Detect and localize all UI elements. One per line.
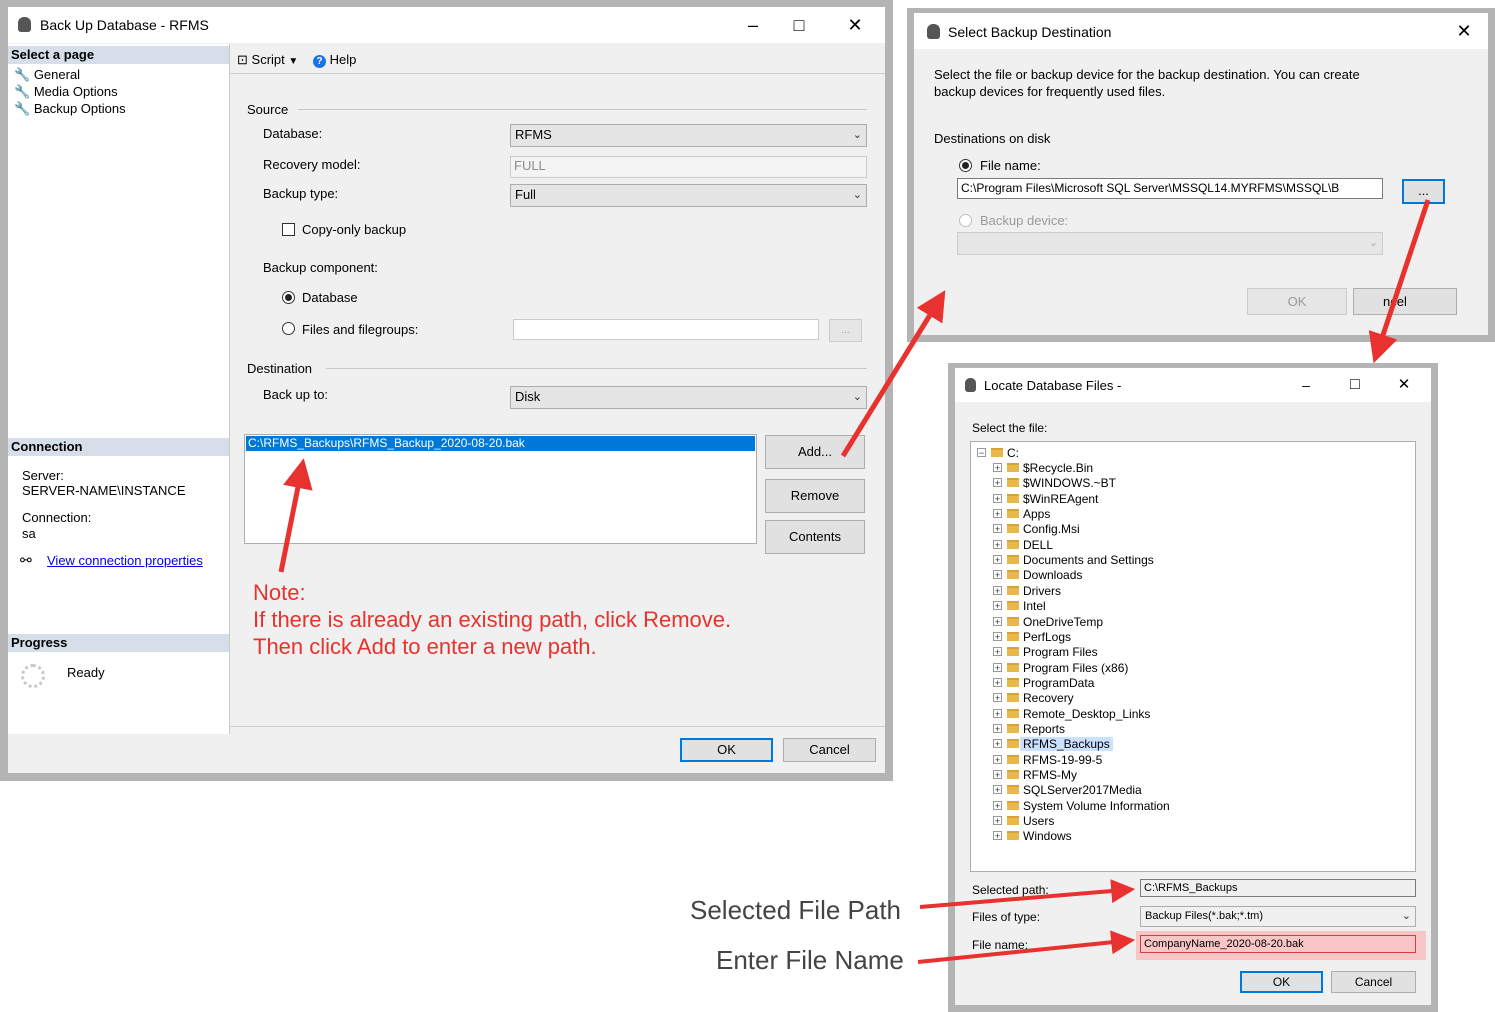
- arrow-selected-path: [919, 879, 1136, 909]
- arrow-to-path-item: [278, 458, 313, 573]
- arrow-browse-to-locate: [1368, 199, 1431, 364]
- arrow-add-to-destination: [840, 290, 946, 458]
- arrow-file-name: [917, 930, 1136, 964]
- annotation-arrows: [278, 199, 1431, 964]
